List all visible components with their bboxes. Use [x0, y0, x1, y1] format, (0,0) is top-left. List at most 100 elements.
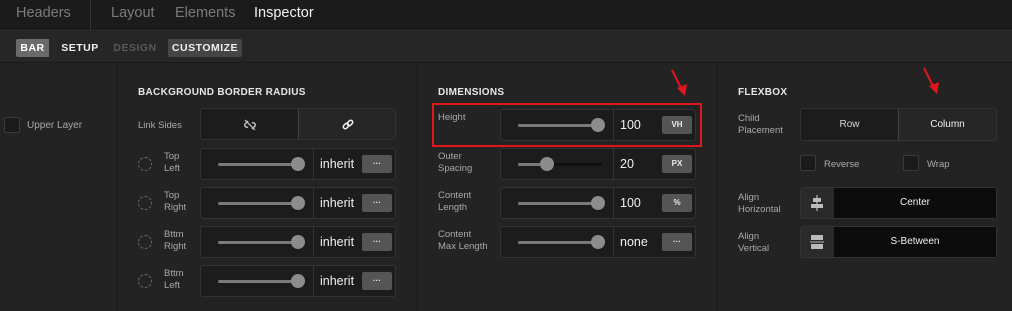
radius-row-control: inherit ···: [200, 226, 396, 258]
radius-row-unit-button[interactable]: ···: [362, 155, 392, 173]
radius-row-value-cell[interactable]: inherit ···: [313, 188, 395, 218]
align-horizontal-label: Align Horizontal: [738, 192, 781, 215]
child-placement-label: Child Placement: [738, 113, 783, 136]
unlink-icon: [244, 119, 256, 131]
dimension-row-value: 20: [620, 157, 634, 171]
dimension-row-slider-knob[interactable]: [591, 235, 605, 249]
radius-row-value: inherit: [320, 274, 355, 288]
dimension-row-label: Content Length: [438, 190, 472, 213]
slider-fill: [218, 202, 298, 205]
radius-row-slider-knob[interactable]: [291, 274, 305, 288]
slider-fill: [218, 280, 298, 283]
corner-radius-icon: [138, 196, 152, 210]
wrap-label: Wrap: [927, 159, 950, 170]
radius-row-label: Top Right: [164, 190, 187, 213]
top-nav: Headers Layout Elements Inspector: [0, 0, 1012, 31]
radius-row-value-cell[interactable]: inherit ···: [313, 227, 395, 257]
subtab-design[interactable]: DESIGN: [112, 39, 158, 57]
align-horizontal-icon-cell: [801, 188, 834, 218]
annotation-arrow-icon: [923, 67, 939, 94]
dimension-row-unit-button[interactable]: %: [662, 194, 692, 212]
annotation-arrow-icon: [671, 69, 687, 96]
tab-inspector[interactable]: Inspector: [254, 5, 314, 21]
radius-row-unit-button[interactable]: ···: [362, 194, 392, 212]
height-highlight-box: [432, 103, 702, 147]
dimension-row-slider[interactable]: [518, 241, 602, 244]
link-icon: [342, 119, 354, 130]
align-horizontal-select[interactable]: Center: [800, 187, 997, 219]
slider-fill: [218, 241, 298, 244]
radius-row-slider[interactable]: [218, 280, 302, 283]
sub-nav: BAR SETUP DESIGN CUSTOMIZE: [0, 32, 1012, 63]
reverse-checkbox[interactable]: [800, 155, 816, 171]
radius-row-value-cell[interactable]: inherit ···: [313, 266, 395, 296]
corner-radius-icon: [138, 274, 152, 288]
tab-elements[interactable]: Elements: [175, 5, 235, 21]
radius-row-control: inherit ···: [200, 148, 396, 180]
align-vertical-icon-cell: [801, 227, 834, 257]
dimension-row-value-cell[interactable]: 100%: [613, 188, 695, 218]
dimension-row-control: none ···: [500, 226, 696, 258]
dimension-row-value-cell[interactable]: 20 PX: [613, 149, 695, 179]
dimension-row-slider[interactable]: [518, 163, 602, 166]
radius-row-label: Top Left: [164, 151, 180, 174]
column-option[interactable]: Column: [898, 109, 996, 140]
link-sides-toggle: [200, 108, 396, 140]
tab-layout[interactable]: Layout: [111, 5, 155, 21]
radius-row-slider-knob[interactable]: [291, 157, 305, 171]
unlink-sides-button[interactable]: [201, 109, 298, 139]
upper-layer-label: Upper Layer: [27, 120, 83, 131]
radius-row-control: inherit ···: [200, 265, 396, 297]
nav-divider: [90, 0, 91, 31]
radius-row-slider[interactable]: [218, 202, 302, 205]
dimension-row-slider[interactable]: [518, 202, 602, 205]
dimension-row-value-cell[interactable]: none ···: [613, 227, 695, 257]
subtab-customize[interactable]: CUSTOMIZE: [168, 39, 242, 57]
corner-radius-icon: [138, 157, 152, 171]
radius-row-value: inherit: [320, 157, 355, 171]
radius-row-slider[interactable]: [218, 163, 302, 166]
align-vertical-select[interactable]: S-Between: [800, 226, 997, 258]
link-sides-button[interactable]: [298, 109, 395, 139]
dimension-row-label: Outer Spacing: [438, 151, 473, 174]
dimension-row-slider-knob[interactable]: [540, 157, 554, 171]
wrap-checkbox[interactable]: [903, 155, 919, 171]
radius-row-control: inherit ···: [200, 187, 396, 219]
subtab-setup[interactable]: SETUP: [60, 39, 100, 57]
corner-radius-icon: [138, 235, 152, 249]
align-center-icon: [811, 195, 823, 211]
radius-row-value: inherit: [320, 196, 355, 210]
column-divider: [717, 64, 718, 311]
radius-row-value-cell[interactable]: inherit ···: [313, 149, 395, 179]
column-divider: [417, 64, 418, 311]
radius-row-unit-button[interactable]: ···: [362, 233, 392, 251]
upper-layer-checkbox[interactable]: [4, 117, 20, 133]
align-vertical-value: S-Between: [834, 227, 996, 257]
radius-row-label: Bttm Right: [164, 229, 187, 252]
dimensions-heading: DIMENSIONS: [438, 87, 505, 98]
dimension-row-unit-button[interactable]: ···: [662, 233, 692, 251]
dimension-row-value: 100: [620, 196, 641, 210]
radius-row-label: Bttm Left: [164, 268, 184, 291]
radius-row-unit-button[interactable]: ···: [362, 272, 392, 290]
radius-row-slider-knob[interactable]: [291, 235, 305, 249]
slider-fill: [518, 202, 598, 205]
dimension-row-label: Content Max Length: [438, 229, 488, 252]
dimension-row-slider-knob[interactable]: [591, 196, 605, 210]
radius-heading: BACKGROUND BORDER RADIUS: [138, 87, 306, 98]
breadcrumb-bar[interactable]: BAR: [16, 39, 49, 57]
dimension-row-control: 100%: [500, 187, 696, 219]
dimension-row-value: none: [620, 235, 648, 249]
dimension-row-control: 20 PX: [500, 148, 696, 180]
radius-row-value: inherit: [320, 235, 355, 249]
space-between-icon: [810, 235, 824, 249]
column-divider: [117, 64, 118, 311]
link-sides-label: Link Sides: [138, 120, 182, 131]
radius-row-slider-knob[interactable]: [291, 196, 305, 210]
reverse-label: Reverse: [824, 159, 860, 170]
tab-headers[interactable]: Headers: [16, 5, 71, 21]
dimension-row-unit-button[interactable]: PX: [662, 155, 692, 173]
row-option[interactable]: Row: [801, 109, 898, 140]
align-vertical-label: Align Vertical: [738, 231, 770, 254]
radius-row-slider[interactable]: [218, 241, 302, 244]
